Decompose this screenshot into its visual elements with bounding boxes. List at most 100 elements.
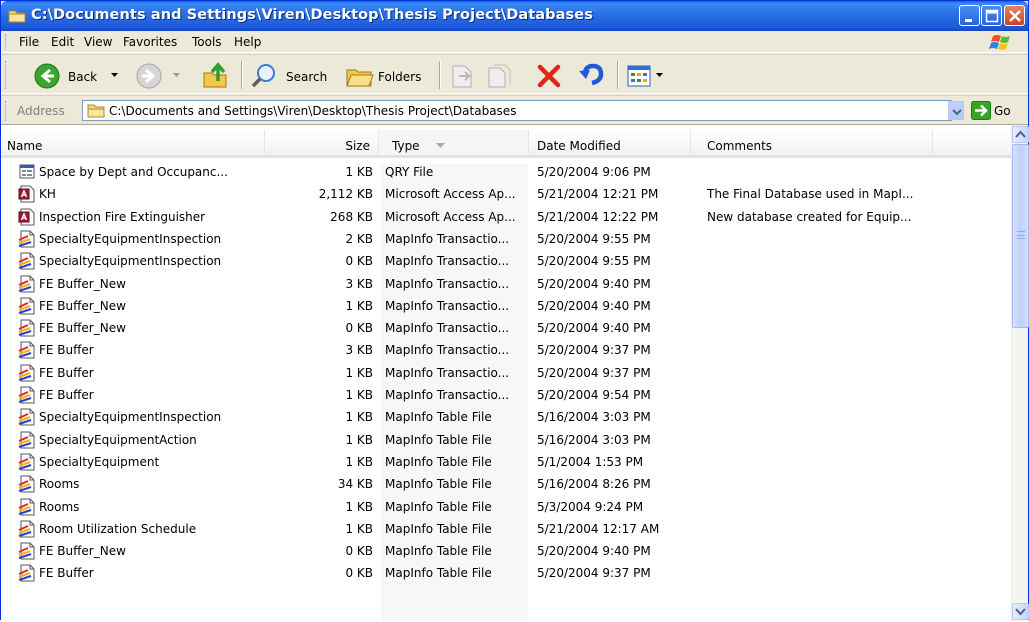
scroll-thumb[interactable] xyxy=(1012,144,1029,328)
column-header-name[interactable]: Name xyxy=(1,130,265,158)
standard-toolbar: Back Search Folders xyxy=(1,54,1028,94)
file-type: MapInfo Transactio... xyxy=(385,388,510,402)
undo-button[interactable] xyxy=(575,59,607,91)
file-name: Rooms xyxy=(39,500,80,514)
file-name: SpecialtyEquipment xyxy=(39,455,160,469)
file-row[interactable]: FE Buffer_New 0 KB MapInfo Transactio... 5/… xyxy=(1,317,1012,339)
file-row[interactable]: FE Buffer 1 KB MapInfo Transactio... 5/20/2… xyxy=(1,384,1012,406)
file-date-modified: 5/20/2004 9:40 PM xyxy=(537,544,651,558)
file-name: Inspection Fire Extinguisher xyxy=(39,210,206,224)
file-row[interactable]: Inspection Fire Extinguisher 268 KB Micros… xyxy=(1,206,1012,228)
file-row[interactable]: Room Utilization Schedule 1 KB MapInfo Tab… xyxy=(1,518,1012,540)
mapinfo-file-icon xyxy=(18,542,36,560)
file-name: FE Buffer_New xyxy=(39,299,126,313)
file-row[interactable]: SpecialtyEquipmentInspection 2 KB MapInfo … xyxy=(1,228,1012,250)
file-type: MapInfo Table File xyxy=(385,500,492,514)
mapinfo-file-icon xyxy=(18,252,36,270)
folders-button[interactable]: Folders xyxy=(345,59,431,91)
address-input[interactable]: C:\Documents and Settings\Viren\Desktop\… xyxy=(82,100,952,121)
column-header-comments[interactable]: Comments xyxy=(691,130,933,158)
file-date-modified: 5/20/2004 9:40 PM xyxy=(537,277,651,291)
go-button[interactable]: Go xyxy=(994,104,1011,118)
chevron-down-icon xyxy=(1015,608,1026,616)
file-row[interactable]: FE Buffer_New 0 KB MapInfo Table File 5/20/… xyxy=(1,540,1012,562)
menu-grip[interactable] xyxy=(5,34,8,50)
address-grip[interactable] xyxy=(5,101,8,121)
toolbar-grip[interactable] xyxy=(5,61,8,89)
file-type: MapInfo Table File xyxy=(385,566,492,580)
file-type: MapInfo Transactio... xyxy=(385,366,510,380)
file-size: 1 KB xyxy=(345,500,373,514)
views-button[interactable] xyxy=(625,59,669,91)
column-header-type[interactable]: Type xyxy=(379,130,529,158)
file-name: SpecialtyEquipmentInspection xyxy=(39,254,222,268)
menu-edit[interactable]: Edit xyxy=(51,35,74,49)
scroll-up-button[interactable] xyxy=(1012,126,1029,143)
file-size: 0 KB xyxy=(345,566,373,580)
column-header-comments-label: Comments xyxy=(707,139,773,153)
file-type: MapInfo Transactio... xyxy=(385,321,510,335)
file-date-modified: 5/16/2004 3:03 PM xyxy=(537,433,651,447)
minimize-button[interactable] xyxy=(959,5,980,26)
file-row[interactable]: SpecialtyEquipmentAction 1 KB MapInfo Tabl… xyxy=(1,429,1012,451)
column-header-name-label: Name xyxy=(7,139,43,153)
mapinfo-file-icon xyxy=(18,386,36,404)
file-size: 1 KB xyxy=(345,522,373,536)
mapinfo-file-icon xyxy=(18,364,36,382)
file-row[interactable]: SpecialtyEquipmentInspection 0 KB MapInfo … xyxy=(1,250,1012,272)
address-value: C:\Documents and Settings\Viren\Desktop\… xyxy=(109,104,517,118)
vertical-scrollbar[interactable] xyxy=(1011,125,1029,621)
file-row[interactable]: SpecialtyEquipmentInspection 1 KB MapInfo … xyxy=(1,406,1012,428)
file-row[interactable]: SpecialtyEquipment 1 KB MapInfo Table File… xyxy=(1,451,1012,473)
file-date-modified: 5/20/2004 9:40 PM xyxy=(537,321,651,335)
title-bar[interactable]: C:\Documents and Settings\Viren\Desktop\… xyxy=(1,1,1028,31)
file-row[interactable]: KH 2,112 KB Microsoft Access Ap... 5/21/200… xyxy=(1,183,1012,205)
file-row[interactable]: FE Buffer 1 KB MapInfo Transactio... 5/20/2… xyxy=(1,362,1012,384)
move-to-button[interactable] xyxy=(447,59,479,91)
file-date-modified: 5/20/2004 9:55 PM xyxy=(537,254,651,268)
back-arrow-icon xyxy=(34,63,60,89)
copy-to-button[interactable] xyxy=(483,59,515,91)
file-row[interactable]: FE Buffer_New 1 KB MapInfo Transactio... 5/… xyxy=(1,295,1012,317)
file-type: Microsoft Access Ap... xyxy=(385,187,516,201)
mapinfo-file-icon xyxy=(18,520,36,538)
search-icon xyxy=(251,64,275,88)
scroll-down-button[interactable] xyxy=(1012,603,1029,620)
menu-tools[interactable]: Tools xyxy=(192,35,222,49)
menu-favorites[interactable]: Favorites xyxy=(123,35,177,49)
mapinfo-file-icon xyxy=(18,230,36,248)
file-row[interactable]: FE Buffer 3 KB MapInfo Transactio... 5/20/2… xyxy=(1,339,1012,361)
menu-file[interactable]: File xyxy=(19,35,39,49)
column-header-date[interactable]: Date Modified xyxy=(529,130,691,158)
file-row[interactable]: Space by Dept and Occupanc... 1 KB QRY Fil… xyxy=(1,161,1012,183)
file-row[interactable]: FE Buffer_New 3 KB MapInfo Transactio... 5/… xyxy=(1,273,1012,295)
column-header-size[interactable]: Size xyxy=(265,130,379,158)
delete-button[interactable] xyxy=(533,59,565,91)
file-size: 3 KB xyxy=(345,277,373,291)
search-button[interactable]: Search xyxy=(249,59,331,91)
maximize-button[interactable] xyxy=(981,5,1002,26)
menu-help[interactable]: Help xyxy=(234,35,261,49)
scroll-grip xyxy=(1017,231,1025,239)
up-folder-button[interactable] xyxy=(199,59,233,91)
column-header-date-label: Date Modified xyxy=(537,139,621,153)
file-row[interactable]: Rooms 34 KB MapInfo Table File 5/16/2004 8:… xyxy=(1,473,1012,495)
file-row[interactable]: Rooms 1 KB MapInfo Table File 5/3/2004 9:24… xyxy=(1,496,1012,518)
go-arrow-icon[interactable] xyxy=(971,101,991,120)
file-size: 1 KB xyxy=(345,410,373,424)
explorer-window: C:\Documents and Settings\Viren\Desktop\… xyxy=(0,0,1029,621)
menu-view[interactable]: View xyxy=(84,35,112,49)
close-button[interactable] xyxy=(1004,5,1025,26)
back-button[interactable]: Back xyxy=(33,59,131,91)
file-type: MapInfo Transactio... xyxy=(385,277,510,291)
address-dropdown-button[interactable] xyxy=(948,101,964,120)
file-date-modified: 5/16/2004 3:03 PM xyxy=(537,410,651,424)
chevron-up-icon xyxy=(1015,130,1026,138)
menu-bar: File Edit View Favorites Tools Help xyxy=(1,31,1028,53)
column-header-row: Name Size Type Date Modified Comments xyxy=(1,125,1012,164)
forward-button[interactable] xyxy=(135,59,187,91)
file-name: FE Buffer xyxy=(39,566,94,580)
file-row[interactable]: FE Buffer 0 KB MapInfo Table File 5/20/2004… xyxy=(1,562,1012,584)
mapinfo-file-icon xyxy=(18,475,36,493)
file-type: MapInfo Transactio... xyxy=(385,299,510,313)
